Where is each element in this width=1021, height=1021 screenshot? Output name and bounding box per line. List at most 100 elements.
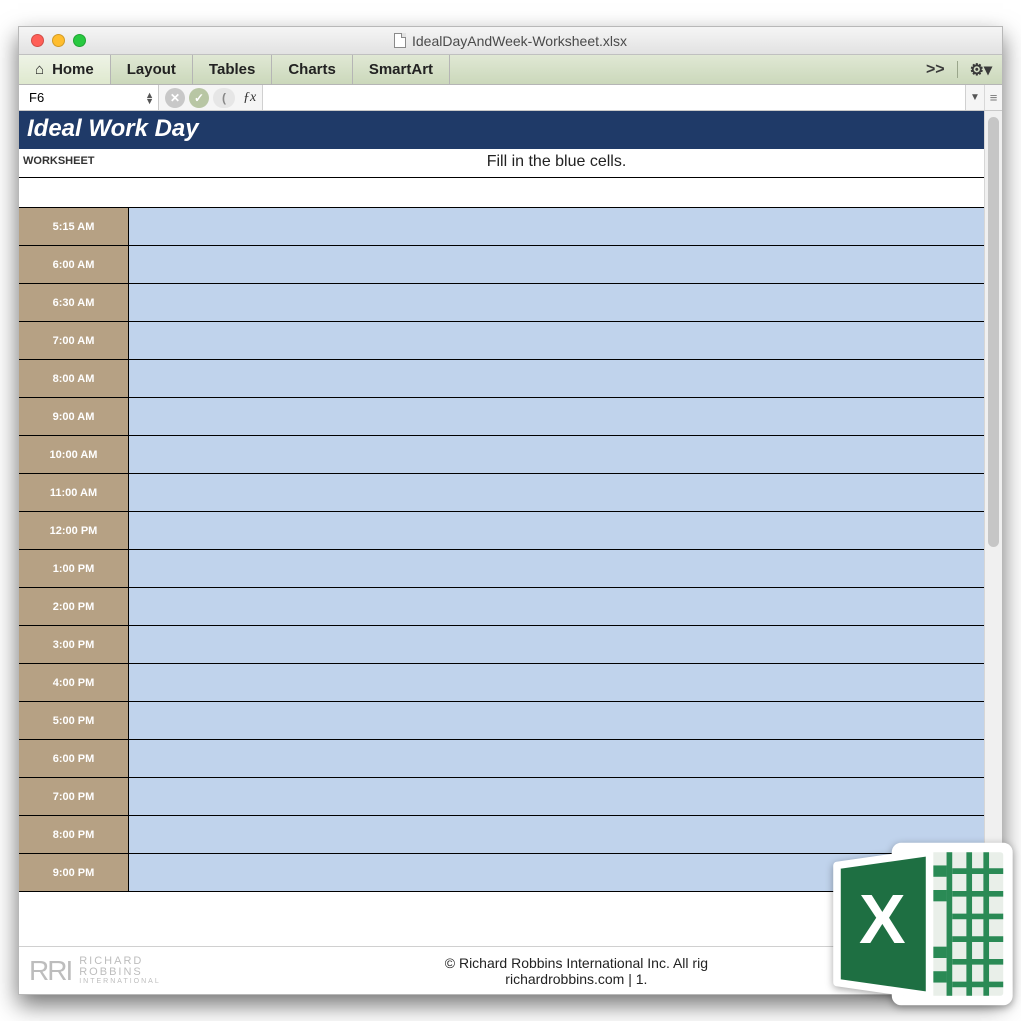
- time-label: 6:30 AM: [19, 284, 129, 321]
- tab-tables-label: Tables: [209, 61, 255, 78]
- schedule-row: 2:00 PM: [19, 588, 984, 626]
- vertical-scrollbar[interactable]: [984, 111, 1002, 946]
- time-label: 9:00 PM: [19, 854, 129, 891]
- time-label: 12:00 PM: [19, 512, 129, 549]
- schedule-cell[interactable]: [129, 740, 984, 777]
- time-label: 8:00 PM: [19, 816, 129, 853]
- svg-text:X: X: [859, 880, 906, 958]
- time-label: 6:00 PM: [19, 740, 129, 777]
- tab-smartart[interactable]: SmartArt: [353, 55, 450, 84]
- name-box[interactable]: F6 ▲▼: [19, 85, 159, 110]
- ribbon-spacer: [450, 55, 916, 84]
- schedule-cell[interactable]: [129, 778, 984, 815]
- tab-home-label: Home: [52, 61, 94, 78]
- namebox-stepper[interactable]: ▲▼: [145, 92, 154, 104]
- ribbon-overflow-icon[interactable]: >>: [926, 61, 945, 79]
- tab-charts[interactable]: Charts: [272, 55, 353, 84]
- formula-bar: F6 ▲▼ ✕ ✓ ( ƒx ▼ ≡: [19, 85, 1002, 111]
- schedule-cell[interactable]: [129, 322, 984, 359]
- zoom-button[interactable]: [73, 34, 86, 47]
- schedule-row: 4:00 PM: [19, 664, 984, 702]
- schedule-row: 3:00 PM: [19, 626, 984, 664]
- time-label: 5:15 AM: [19, 208, 129, 245]
- excel-app-icon: X: [827, 839, 1017, 1009]
- home-icon: ⌂: [35, 61, 44, 78]
- sheet-title: Ideal Work Day: [19, 111, 984, 149]
- formula-input[interactable]: [262, 85, 966, 110]
- schedule-row: 6:30 AM: [19, 284, 984, 322]
- time-label: 11:00 AM: [19, 474, 129, 511]
- formula-builder-button[interactable]: (: [213, 88, 235, 108]
- formula-expand-icon[interactable]: ≡: [984, 85, 1002, 110]
- schedule-row: 10:00 AM: [19, 436, 984, 474]
- schedule-row: 9:00 AM: [19, 398, 984, 436]
- fx-icon[interactable]: ƒx: [239, 90, 256, 106]
- tab-home[interactable]: ⌂ Home: [19, 55, 111, 84]
- rri-logo: RRI RICHARD ROBBINS INTERNATIONAL: [29, 955, 161, 987]
- sheet-header-row: WORKSHEET Fill in the blue cells.: [19, 149, 984, 178]
- spacer-row: [19, 178, 984, 208]
- time-label: 9:00 AM: [19, 398, 129, 435]
- time-label: 6:00 AM: [19, 246, 129, 283]
- worksheet-label: WORKSHEET: [19, 149, 129, 177]
- titlebar: IdealDayAndWeek-Worksheet.xlsx: [19, 27, 1002, 55]
- sheet-area: Ideal Work Day WORKSHEET Fill in the blu…: [19, 111, 1002, 946]
- schedule-cell[interactable]: [129, 588, 984, 625]
- cell-reference: F6: [29, 90, 44, 105]
- schedule-cell[interactable]: [129, 626, 984, 663]
- minimize-button[interactable]: [52, 34, 65, 47]
- formula-dropdown-icon[interactable]: ▼: [966, 85, 984, 110]
- schedule-cell[interactable]: [129, 246, 984, 283]
- schedule-row: 8:00 AM: [19, 360, 984, 398]
- schedule-cell[interactable]: [129, 512, 984, 549]
- traffic-lights: [31, 34, 86, 47]
- schedule-row: 11:00 AM: [19, 474, 984, 512]
- logo-text: RICHARD ROBBINS INTERNATIONAL: [79, 956, 161, 985]
- ribbon-right: >> ⚙︎▾: [916, 55, 1002, 84]
- tab-charts-label: Charts: [288, 61, 336, 78]
- schedule-row: 6:00 PM: [19, 740, 984, 778]
- close-button[interactable]: [31, 34, 44, 47]
- logo-mark: RRI: [29, 955, 71, 987]
- screenshot-root: IdealDayAndWeek-Worksheet.xlsx ⌂ Home La…: [0, 0, 1021, 1021]
- schedule-cell[interactable]: [129, 208, 984, 245]
- logo-line2: ROBBINS: [79, 967, 161, 978]
- time-label: 8:00 AM: [19, 360, 129, 397]
- schedule-row: 12:00 PM: [19, 512, 984, 550]
- schedule-cell[interactable]: [129, 474, 984, 511]
- cancel-formula-button[interactable]: ✕: [165, 88, 185, 108]
- time-label: 3:00 PM: [19, 626, 129, 663]
- scrollbar-thumb[interactable]: [988, 117, 999, 547]
- schedule-cell[interactable]: [129, 702, 984, 739]
- sheet-instruction: Fill in the blue cells.: [129, 149, 984, 177]
- window-title-text: IdealDayAndWeek-Worksheet.xlsx: [412, 33, 627, 49]
- tab-smartart-label: SmartArt: [369, 61, 433, 78]
- schedule-row: 1:00 PM: [19, 550, 984, 588]
- schedule-row: 7:00 AM: [19, 322, 984, 360]
- tab-layout-label: Layout: [127, 61, 176, 78]
- schedule-grid: 5:15 AM6:00 AM6:30 AM7:00 AM8:00 AM9:00 …: [19, 208, 984, 892]
- confirm-formula-button[interactable]: ✓: [189, 88, 209, 108]
- schedule-cell[interactable]: [129, 550, 984, 587]
- time-label: 2:00 PM: [19, 588, 129, 625]
- formula-buttons: ✕ ✓ ( ƒx: [159, 85, 262, 110]
- time-label: 5:00 PM: [19, 702, 129, 739]
- tab-tables[interactable]: Tables: [193, 55, 272, 84]
- time-label: 1:00 PM: [19, 550, 129, 587]
- time-label: 7:00 AM: [19, 322, 129, 359]
- sheet-content[interactable]: Ideal Work Day WORKSHEET Fill in the blu…: [19, 111, 984, 946]
- schedule-cell[interactable]: [129, 360, 984, 397]
- schedule-cell[interactable]: [129, 398, 984, 435]
- schedule-row: 5:00 PM: [19, 702, 984, 740]
- settings-icon[interactable]: ⚙︎▾: [970, 60, 992, 80]
- logo-line3: INTERNATIONAL: [79, 978, 161, 985]
- schedule-row: 5:15 AM: [19, 208, 984, 246]
- schedule-row: 7:00 PM: [19, 778, 984, 816]
- tab-layout[interactable]: Layout: [111, 55, 193, 84]
- schedule-cell[interactable]: [129, 664, 984, 701]
- time-label: 7:00 PM: [19, 778, 129, 815]
- schedule-cell[interactable]: [129, 284, 984, 321]
- schedule-cell[interactable]: [129, 436, 984, 473]
- document-icon: [394, 33, 406, 48]
- ribbon: ⌂ Home Layout Tables Charts SmartArt >> …: [19, 55, 1002, 85]
